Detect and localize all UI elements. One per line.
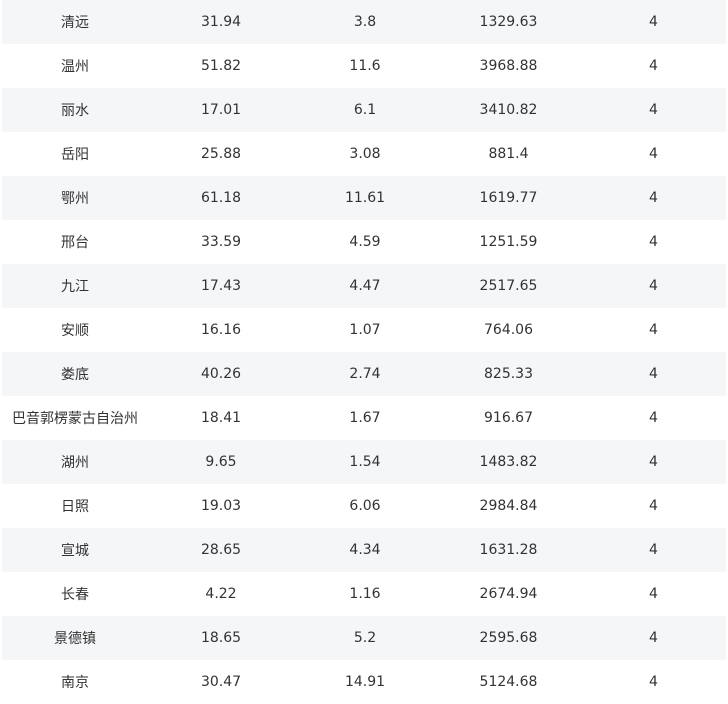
city-cell: 日照 [2, 484, 148, 528]
data-table-container: 清远 31.94 3.8 1329.63 4 温州 51.82 11.6 3968.88 4 丽水 1… [2, 0, 726, 704]
city-cell: 娄底 [2, 352, 148, 396]
value-b-cell: 11.61 [294, 176, 436, 220]
value-a-cell: 19.03 [148, 484, 294, 528]
value-b-cell: 5.2 [294, 616, 436, 660]
value-a-cell: 33.59 [148, 220, 294, 264]
rank-cell: 4 [581, 616, 726, 660]
value-c-cell: 825.33 [436, 352, 581, 396]
table-row: 巴音郭楞蒙古自治州 18.41 1.67 916.67 4 [2, 396, 726, 440]
city-cell: 安顺 [2, 308, 148, 352]
rank-cell: 4 [581, 176, 726, 220]
table-row: 温州 51.82 11.6 3968.88 4 [2, 44, 726, 88]
value-a-cell: 9.65 [148, 440, 294, 484]
value-a-cell: 25.88 [148, 132, 294, 176]
rank-cell: 4 [581, 528, 726, 572]
rank-cell: 4 [581, 660, 726, 704]
table-row: 长春 4.22 1.16 2674.94 4 [2, 572, 726, 616]
table-row: 岳阳 25.88 3.08 881.4 4 [2, 132, 726, 176]
value-b-cell: 11.6 [294, 44, 436, 88]
table-row: 南京 30.47 14.91 5124.68 4 [2, 660, 726, 704]
table-row: 丽水 17.01 6.1 3410.82 4 [2, 88, 726, 132]
rank-cell: 4 [581, 572, 726, 616]
value-b-cell: 1.16 [294, 572, 436, 616]
value-c-cell: 2674.94 [436, 572, 581, 616]
value-c-cell: 5124.68 [436, 660, 581, 704]
city-cell: 九江 [2, 264, 148, 308]
value-a-cell: 4.22 [148, 572, 294, 616]
rank-cell: 4 [581, 132, 726, 176]
value-b-cell: 3.8 [294, 0, 436, 44]
city-cell: 温州 [2, 44, 148, 88]
value-b-cell: 4.47 [294, 264, 436, 308]
value-a-cell: 30.47 [148, 660, 294, 704]
value-b-cell: 2.74 [294, 352, 436, 396]
value-a-cell: 17.01 [148, 88, 294, 132]
table-body: 清远 31.94 3.8 1329.63 4 温州 51.82 11.6 3968.88 4 丽水 1… [2, 0, 726, 704]
city-cell: 长春 [2, 572, 148, 616]
rank-cell: 4 [581, 88, 726, 132]
value-b-cell: 1.07 [294, 308, 436, 352]
value-b-cell: 3.08 [294, 132, 436, 176]
table-row: 景德镇 18.65 5.2 2595.68 4 [2, 616, 726, 660]
table-row: 鄂州 61.18 11.61 1619.77 4 [2, 176, 726, 220]
value-a-cell: 31.94 [148, 0, 294, 44]
city-cell: 鄂州 [2, 176, 148, 220]
value-c-cell: 764.06 [436, 308, 581, 352]
table-row: 日照 19.03 6.06 2984.84 4 [2, 484, 726, 528]
value-a-cell: 40.26 [148, 352, 294, 396]
value-c-cell: 916.67 [436, 396, 581, 440]
value-b-cell: 1.67 [294, 396, 436, 440]
value-b-cell: 1.54 [294, 440, 436, 484]
rank-cell: 4 [581, 0, 726, 44]
rank-cell: 4 [581, 220, 726, 264]
rank-cell: 4 [581, 352, 726, 396]
table-row: 湖州 9.65 1.54 1483.82 4 [2, 440, 726, 484]
value-c-cell: 2595.68 [436, 616, 581, 660]
rank-cell: 4 [581, 44, 726, 88]
city-cell: 岳阳 [2, 132, 148, 176]
rank-cell: 4 [581, 440, 726, 484]
value-c-cell: 3968.88 [436, 44, 581, 88]
value-c-cell: 1251.59 [436, 220, 581, 264]
value-b-cell: 4.34 [294, 528, 436, 572]
value-a-cell: 51.82 [148, 44, 294, 88]
value-b-cell: 6.1 [294, 88, 436, 132]
city-cell: 景德镇 [2, 616, 148, 660]
value-c-cell: 1329.63 [436, 0, 581, 44]
value-a-cell: 18.41 [148, 396, 294, 440]
value-a-cell: 16.16 [148, 308, 294, 352]
value-b-cell: 4.59 [294, 220, 436, 264]
value-c-cell: 2984.84 [436, 484, 581, 528]
value-a-cell: 28.65 [148, 528, 294, 572]
city-cell: 宣城 [2, 528, 148, 572]
city-cell: 丽水 [2, 88, 148, 132]
city-cell: 南京 [2, 660, 148, 704]
table-row: 安顺 16.16 1.07 764.06 4 [2, 308, 726, 352]
value-c-cell: 3410.82 [436, 88, 581, 132]
value-b-cell: 6.06 [294, 484, 436, 528]
data-table: 清远 31.94 3.8 1329.63 4 温州 51.82 11.6 3968.88 4 丽水 1… [2, 0, 726, 704]
table-row: 宣城 28.65 4.34 1631.28 4 [2, 528, 726, 572]
value-a-cell: 18.65 [148, 616, 294, 660]
value-c-cell: 2517.65 [436, 264, 581, 308]
value-a-cell: 17.43 [148, 264, 294, 308]
city-cell: 清远 [2, 0, 148, 44]
value-c-cell: 1631.28 [436, 528, 581, 572]
city-cell: 邢台 [2, 220, 148, 264]
table-row: 娄底 40.26 2.74 825.33 4 [2, 352, 726, 396]
rank-cell: 4 [581, 264, 726, 308]
rank-cell: 4 [581, 396, 726, 440]
rank-cell: 4 [581, 308, 726, 352]
value-c-cell: 881.4 [436, 132, 581, 176]
value-b-cell: 14.91 [294, 660, 436, 704]
city-cell: 巴音郭楞蒙古自治州 [2, 396, 148, 440]
city-cell: 湖州 [2, 440, 148, 484]
value-c-cell: 1483.82 [436, 440, 581, 484]
value-a-cell: 61.18 [148, 176, 294, 220]
table-row: 九江 17.43 4.47 2517.65 4 [2, 264, 726, 308]
table-row: 邢台 33.59 4.59 1251.59 4 [2, 220, 726, 264]
rank-cell: 4 [581, 484, 726, 528]
table-row: 清远 31.94 3.8 1329.63 4 [2, 0, 726, 44]
value-c-cell: 1619.77 [436, 176, 581, 220]
